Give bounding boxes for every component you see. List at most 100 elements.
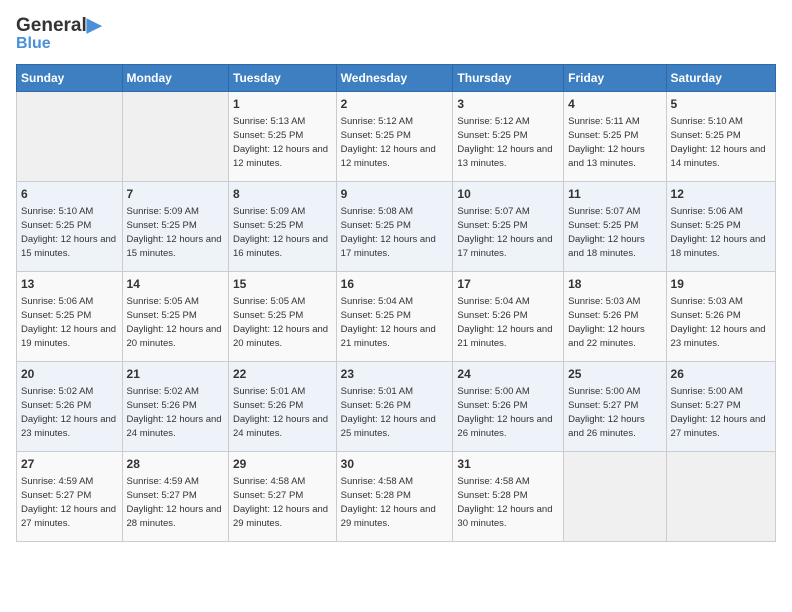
calendar-cell: 31Sunrise: 4:58 AMSunset: 5:28 PMDayligh… (453, 452, 564, 542)
calendar-cell (564, 452, 666, 542)
day-info: Sunrise: 5:00 AMSunset: 5:27 PMDaylight:… (568, 385, 661, 440)
day-number: 2 (341, 96, 449, 113)
day-info: Sunrise: 5:02 AMSunset: 5:26 PMDaylight:… (21, 385, 118, 440)
day-info: Sunrise: 4:59 AMSunset: 5:27 PMDaylight:… (21, 475, 118, 530)
day-number: 24 (457, 366, 559, 383)
calendar-cell: 20 Sunrise: 5:02 AMSunset: 5:26 PMDayligh… (17, 362, 123, 452)
day-info: Sunrise: 5:13 AMSunset: 5:25 PMDaylight:… (233, 115, 332, 170)
calendar-cell: 6 Sunrise: 5:10 AMSunset: 5:25 PMDaylight… (17, 182, 123, 272)
calendar-cell: 3 Sunrise: 5:12 AMSunset: 5:25 PMDaylight… (453, 92, 564, 182)
day-info: Sunrise: 5:09 AMSunset: 5:25 PMDaylight:… (127, 205, 224, 260)
day-info: Sunrise: 5:04 AMSunset: 5:25 PMDaylight:… (341, 295, 449, 350)
weekday-header-monday: Monday (122, 65, 228, 92)
calendar-cell: 16 Sunrise: 5:04 AMSunset: 5:25 PMDayligh… (336, 272, 453, 362)
calendar-cell: 7 Sunrise: 5:09 AMSunset: 5:25 PMDaylight… (122, 182, 228, 272)
calendar-cell: 5 Sunrise: 5:10 AMSunset: 5:25 PMDaylight… (666, 92, 775, 182)
day-info: Sunrise: 5:10 AMSunset: 5:25 PMDaylight:… (21, 205, 118, 260)
day-number: 10 (457, 186, 559, 203)
day-number: 16 (341, 276, 449, 293)
weekday-header-wednesday: Wednesday (336, 65, 453, 92)
calendar-cell: 28 Sunrise: 4:59 AMSunset: 5:27 PMDayligh… (122, 452, 228, 542)
calendar-cell (122, 92, 228, 182)
calendar-cell: 18Sunrise: 5:03 AMSunset: 5:26 PMDayligh… (564, 272, 666, 362)
day-number: 18 (568, 276, 661, 293)
day-number: 4 (568, 96, 661, 113)
weekday-header-saturday: Saturday (666, 65, 775, 92)
day-number: 17 (457, 276, 559, 293)
calendar-cell: 14 Sunrise: 5:05 AMSunset: 5:25 PMDayligh… (122, 272, 228, 362)
calendar-cell: 26 Sunrise: 5:00 AMSunset: 5:27 PMDayligh… (666, 362, 775, 452)
week-row-2: 6 Sunrise: 5:10 AMSunset: 5:25 PMDaylight… (17, 182, 776, 272)
day-info: Sunrise: 5:01 AMSunset: 5:26 PMDaylight:… (341, 385, 449, 440)
logo: General▶ Blue (16, 16, 101, 52)
day-number: 1 (233, 96, 332, 113)
calendar-cell: 10 Sunrise: 5:07 AMSunset: 5:25 PMDayligh… (453, 182, 564, 272)
calendar-cell: 23Sunrise: 5:01 AMSunset: 5:26 PMDayligh… (336, 362, 453, 452)
calendar-cell: 13 Sunrise: 5:06 AMSunset: 5:25 PMDayligh… (17, 272, 123, 362)
calendar-cell: 27 Sunrise: 4:59 AMSunset: 5:27 PMDayligh… (17, 452, 123, 542)
weekday-header-thursday: Thursday (453, 65, 564, 92)
day-info: Sunrise: 5:07 AMSunset: 5:25 PMDaylight:… (457, 205, 559, 260)
day-info: Sunrise: 5:09 AMSunset: 5:25 PMDaylight:… (233, 205, 332, 260)
day-info: Sunrise: 5:07 AMSunset: 5:25 PMDaylight:… (568, 205, 661, 260)
day-number: 27 (21, 456, 118, 473)
day-number: 19 (671, 276, 771, 293)
day-info: Sunrise: 5:11 AMSunset: 5:25 PMDaylight:… (568, 115, 661, 170)
calendar-cell: 21 Sunrise: 5:02 AMSunset: 5:26 PMDayligh… (122, 362, 228, 452)
week-row-3: 13 Sunrise: 5:06 AMSunset: 5:25 PMDayligh… (17, 272, 776, 362)
day-info: Sunrise: 5:00 AMSunset: 5:27 PMDaylight:… (671, 385, 771, 440)
day-info: Sunrise: 5:03 AMSunset: 5:26 PMDaylight:… (671, 295, 771, 350)
day-number: 30 (341, 456, 449, 473)
day-info: Sunrise: 5:04 AMSunset: 5:26 PMDaylight:… (457, 295, 559, 350)
day-info: Sunrise: 5:06 AMSunset: 5:25 PMDaylight:… (671, 205, 771, 260)
calendar-cell: 17 Sunrise: 5:04 AMSunset: 5:26 PMDayligh… (453, 272, 564, 362)
day-number: 31 (457, 456, 559, 473)
week-row-1: 1 Sunrise: 5:13 AMSunset: 5:25 PMDaylight… (17, 92, 776, 182)
day-number: 25 (568, 366, 661, 383)
day-number: 22 (233, 366, 332, 383)
day-number: 28 (127, 456, 224, 473)
calendar-cell: 24 Sunrise: 5:00 AMSunset: 5:26 PMDayligh… (453, 362, 564, 452)
day-info: Sunrise: 5:06 AMSunset: 5:25 PMDaylight:… (21, 295, 118, 350)
day-info: Sunrise: 5:05 AMSunset: 5:25 PMDaylight:… (127, 295, 224, 350)
day-info: Sunrise: 5:02 AMSunset: 5:26 PMDaylight:… (127, 385, 224, 440)
day-number: 21 (127, 366, 224, 383)
weekday-header-row: SundayMondayTuesdayWednesdayThursdayFrid… (17, 65, 776, 92)
day-info: Sunrise: 5:01 AMSunset: 5:26 PMDaylight:… (233, 385, 332, 440)
day-number: 26 (671, 366, 771, 383)
calendar-table: SundayMondayTuesdayWednesdayThursdayFrid… (16, 64, 776, 542)
day-number: 9 (341, 186, 449, 203)
day-number: 5 (671, 96, 771, 113)
calendar-cell: 19 Sunrise: 5:03 AMSunset: 5:26 PMDayligh… (666, 272, 775, 362)
day-number: 14 (127, 276, 224, 293)
day-number: 13 (21, 276, 118, 293)
calendar-cell: 29Sunrise: 4:58 AMSunset: 5:27 PMDayligh… (229, 452, 337, 542)
day-info: Sunrise: 5:08 AMSunset: 5:25 PMDaylight:… (341, 205, 449, 260)
calendar-cell: 2 Sunrise: 5:12 AMSunset: 5:25 PMDaylight… (336, 92, 453, 182)
day-info: Sunrise: 4:59 AMSunset: 5:27 PMDaylight:… (127, 475, 224, 530)
calendar-cell: 1 Sunrise: 5:13 AMSunset: 5:25 PMDaylight… (229, 92, 337, 182)
day-info: Sunrise: 5:12 AMSunset: 5:25 PMDaylight:… (457, 115, 559, 170)
day-info: Sunrise: 5:00 AMSunset: 5:26 PMDaylight:… (457, 385, 559, 440)
day-info: Sunrise: 5:12 AMSunset: 5:25 PMDaylight:… (341, 115, 449, 170)
day-number: 3 (457, 96, 559, 113)
day-number: 12 (671, 186, 771, 203)
calendar-cell: 9 Sunrise: 5:08 AMSunset: 5:25 PMDaylight… (336, 182, 453, 272)
day-number: 29 (233, 456, 332, 473)
calendar-cell: 4 Sunrise: 5:11 AMSunset: 5:25 PMDaylight… (564, 92, 666, 182)
calendar-cell: 25 Sunrise: 5:00 AMSunset: 5:27 PMDayligh… (564, 362, 666, 452)
day-info: Sunrise: 5:05 AMSunset: 5:25 PMDaylight:… (233, 295, 332, 350)
calendar-cell: 30 Sunrise: 4:58 AMSunset: 5:28 PMDayligh… (336, 452, 453, 542)
day-number: 20 (21, 366, 118, 383)
day-number: 15 (233, 276, 332, 293)
calendar-cell: 15 Sunrise: 5:05 AMSunset: 5:25 PMDayligh… (229, 272, 337, 362)
day-number: 6 (21, 186, 118, 203)
day-number: 7 (127, 186, 224, 203)
day-number: 8 (233, 186, 332, 203)
day-info: Sunrise: 5:10 AMSunset: 5:25 PMDaylight:… (671, 115, 771, 170)
day-number: 11 (568, 186, 661, 203)
weekday-header-tuesday: Tuesday (229, 65, 337, 92)
day-info: Sunrise: 4:58 AMSunset: 5:28 PMDaylight:… (341, 475, 449, 530)
weekday-header-sunday: Sunday (17, 65, 123, 92)
calendar-cell: 8 Sunrise: 5:09 AMSunset: 5:25 PMDaylight… (229, 182, 337, 272)
